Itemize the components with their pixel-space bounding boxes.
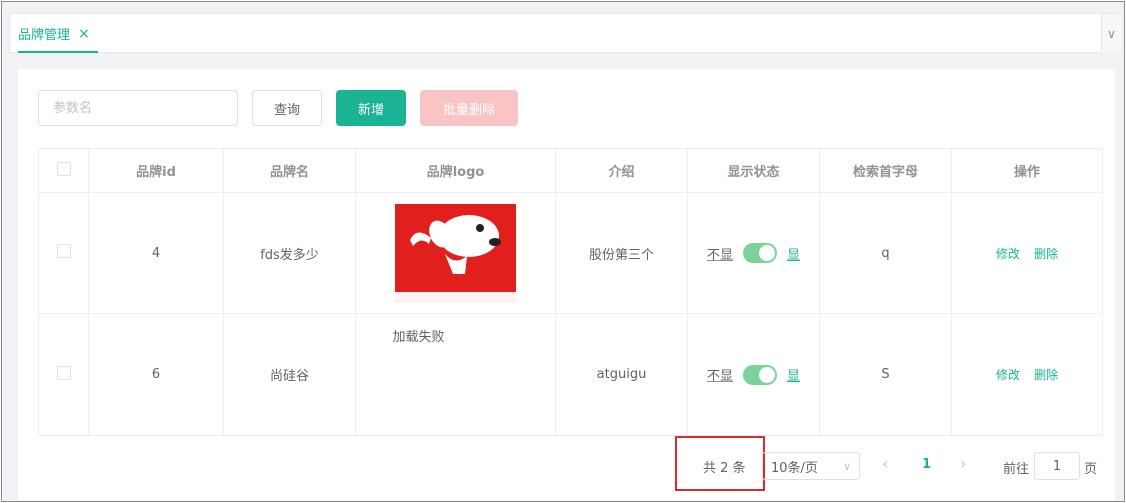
- toggle-knob: [759, 366, 775, 383]
- tab-brand-management[interactable]: 品牌管理 ×: [10, 14, 98, 53]
- goto-page-input[interactable]: [1034, 452, 1080, 480]
- edit-link[interactable]: 修改: [996, 247, 1020, 261]
- cell-brand-name: 尚硅谷: [223, 313, 356, 436]
- page-number-current[interactable]: 1: [922, 457, 931, 472]
- next-page-icon[interactable]: ›: [960, 454, 966, 473]
- delete-link[interactable]: 删除: [1034, 368, 1058, 382]
- content-card: 查询 新增 批量删除 品牌id 品牌名 品牌logo 介绍 显示状态 检索首字母…: [18, 69, 1115, 500]
- prev-page-icon[interactable]: ‹: [882, 454, 888, 473]
- status-on-label: 显: [787, 369, 801, 384]
- table-header-row: 品牌id 品牌名 品牌logo 介绍 显示状态 检索首字母 操作: [38, 148, 1103, 193]
- search-input[interactable]: [38, 90, 238, 126]
- cell-show-status: 不显 显: [687, 313, 820, 436]
- cell-description: 股份第三个: [555, 192, 688, 314]
- add-button[interactable]: 新增: [336, 90, 406, 126]
- header-select-all[interactable]: [38, 148, 89, 193]
- page-size-select[interactable]: 10条/页 ∨: [762, 452, 860, 480]
- header-actions: 操作: [951, 148, 1103, 193]
- tab-active-indicator: [18, 51, 98, 53]
- close-icon[interactable]: ×: [78, 27, 90, 41]
- pagination-total: 共 2 条: [703, 461, 746, 476]
- row-checkbox[interactable]: [56, 244, 71, 258]
- header-brand-id: 品牌id: [88, 148, 224, 193]
- status-toggle[interactable]: [743, 364, 777, 385]
- select-all-checkbox[interactable]: [56, 161, 71, 176]
- goto-label: 前往: [1003, 462, 1030, 477]
- logo-load-failed: 加载失败: [392, 330, 445, 345]
- edit-link[interactable]: 修改: [996, 368, 1020, 382]
- status-toggle[interactable]: [743, 243, 777, 263]
- cell-actions: 修改 删除: [951, 192, 1103, 314]
- toggle-knob: [759, 245, 775, 261]
- brand-table: 品牌id 品牌名 品牌logo 介绍 显示状态 检索首字母 操作 4 fds发多…: [38, 148, 1103, 436]
- cell-description: atguigu: [555, 313, 688, 436]
- header-show-status: 显示状态: [687, 148, 820, 193]
- tab-bar: 品牌管理 × ∨: [9, 13, 1121, 53]
- header-description: 介绍: [555, 148, 688, 193]
- status-off-label: 不显: [706, 247, 733, 263]
- table-row: 4 fds发多少 股份第三个 不显 显 q 修改 删除: [38, 192, 1103, 314]
- cell-first-letter: q: [819, 192, 952, 314]
- app-frame: 品牌管理 × ∨ 查询 新增 批量删除 品牌id 品牌名 品牌logo 介绍: [1, 1, 1125, 502]
- tab-label: 品牌管理: [18, 28, 71, 43]
- status-on-label: 显: [787, 247, 801, 263]
- cell-brand-id: 4: [88, 192, 224, 314]
- jd-dog-icon: [395, 203, 516, 303]
- cell-first-letter: S: [819, 313, 952, 436]
- chevron-down-icon: ∨: [842, 459, 851, 473]
- cell-brand-logo: 加载失败: [355, 313, 556, 436]
- cell-show-status: 不显 显: [687, 192, 820, 314]
- header-first-letter: 检索首字母: [819, 148, 952, 193]
- header-brand-name: 品牌名: [223, 148, 356, 193]
- batch-delete-button[interactable]: 批量删除: [420, 90, 518, 126]
- table-row: 6 尚硅谷 加载失败 atguigu 不显 显 S 修改 删除: [38, 313, 1103, 436]
- header-brand-logo: 品牌logo: [355, 148, 556, 193]
- cell-brand-name: fds发多少: [223, 192, 356, 314]
- chevron-down-icon[interactable]: ∨: [1101, 14, 1121, 53]
- cell-brand-logo: [355, 192, 556, 314]
- status-off-label: 不显: [706, 369, 733, 384]
- delete-link[interactable]: 删除: [1034, 247, 1058, 261]
- query-button[interactable]: 查询: [252, 90, 322, 126]
- jd-logo-image: [395, 203, 516, 303]
- cell-actions: 修改 删除: [951, 313, 1103, 436]
- goto-unit: 页: [1084, 462, 1098, 477]
- row-checkbox[interactable]: [56, 365, 71, 380]
- cell-brand-id: 6: [88, 313, 224, 436]
- page-size-value: 10条/页: [771, 460, 818, 476]
